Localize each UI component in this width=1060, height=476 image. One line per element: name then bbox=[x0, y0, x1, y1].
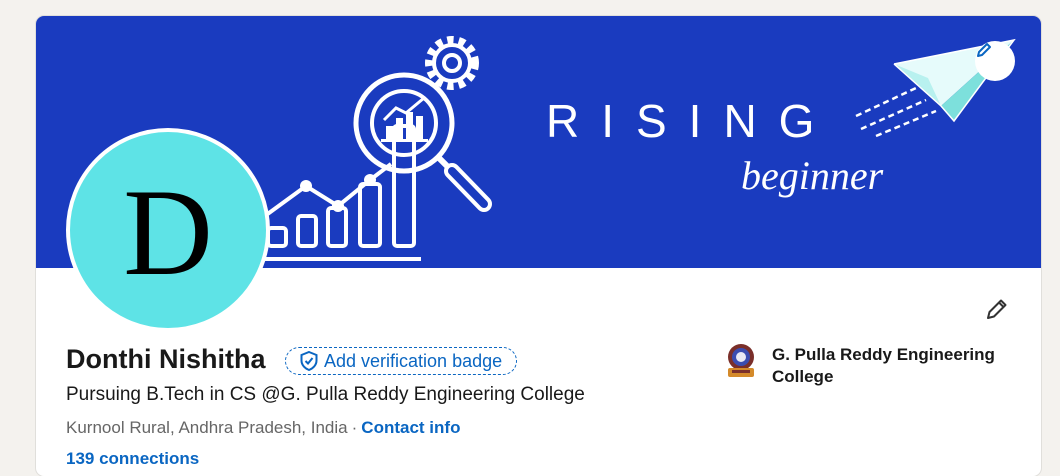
speed-lines bbox=[855, 86, 937, 138]
profile-card: RISING beginner D Donthi Nishitha Add ve… bbox=[36, 16, 1041, 476]
shield-check-icon bbox=[300, 351, 318, 371]
education-entry[interactable]: G. Pulla Reddy Engineering College bbox=[722, 342, 1012, 388]
verification-label: Add verification badge bbox=[324, 350, 503, 371]
gear-icon bbox=[425, 36, 479, 90]
contact-info-link[interactable]: Contact info bbox=[361, 418, 460, 437]
trend-points bbox=[300, 174, 376, 212]
edit-intro-button[interactable] bbox=[980, 292, 1014, 326]
bar-chart-graphic bbox=[256, 124, 421, 261]
banner-subtitle: beginner bbox=[741, 153, 884, 198]
location-line: Kurnool Rural, Andhra Pradesh, India · Con… bbox=[66, 418, 460, 438]
profile-name: Donthi Nishitha bbox=[66, 344, 266, 374]
profile-headline: Pursuing B.Tech in CS @G. Pulla Reddy En… bbox=[66, 384, 585, 405]
college-crest-icon bbox=[728, 344, 754, 377]
pencil-icon bbox=[977, 43, 991, 57]
pencil-icon bbox=[987, 299, 1007, 319]
add-verification-badge-button[interactable]: Add verification badge bbox=[285, 347, 518, 375]
separator-dot: · bbox=[351, 418, 358, 437]
edit-banner-button[interactable] bbox=[975, 41, 1015, 81]
education-name: G. Pulla Reddy Engineering College bbox=[772, 345, 995, 386]
avatar-initial: D bbox=[123, 164, 213, 301]
location-text: Kurnool Rural, Andhra Pradesh, India bbox=[66, 418, 348, 437]
avatar[interactable]: D bbox=[66, 128, 270, 332]
connections-link[interactable]: 139 connections bbox=[66, 449, 199, 469]
banner-title: RISING bbox=[546, 95, 837, 147]
